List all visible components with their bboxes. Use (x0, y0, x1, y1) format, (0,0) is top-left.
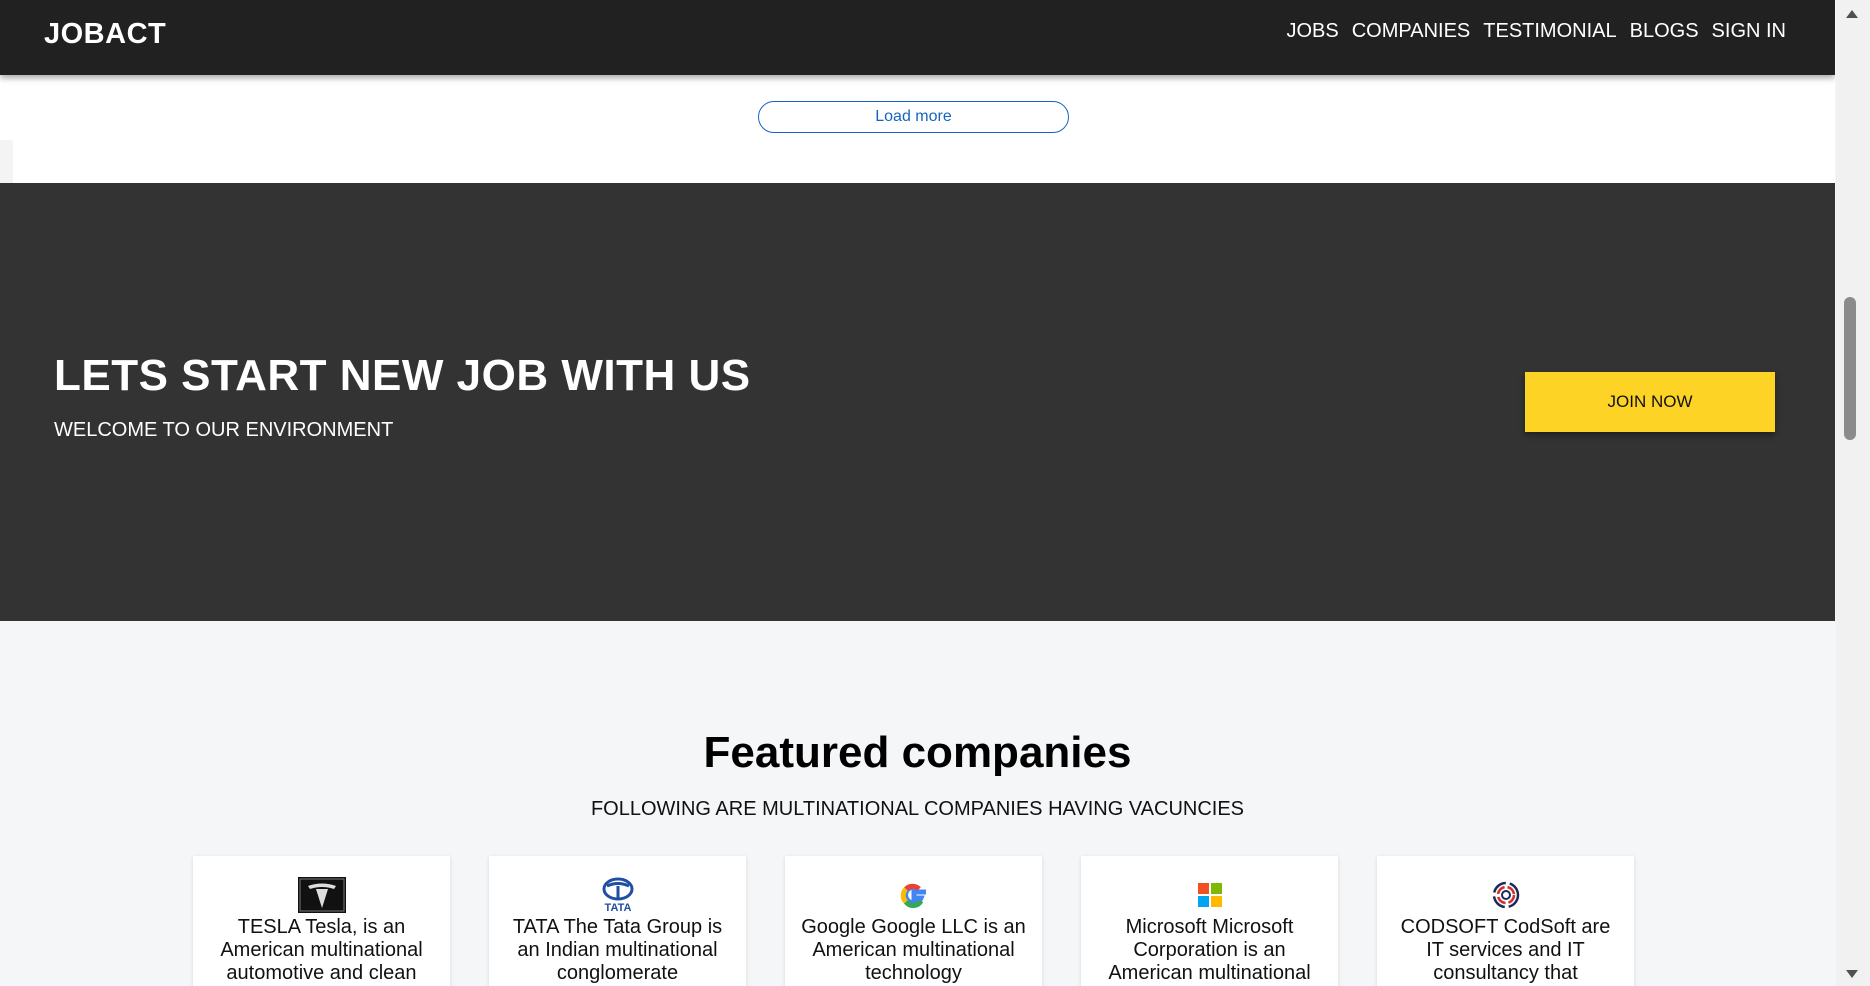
page: JOBACT JOBS COMPANIES TESTIMONIAL BLOGS … (0, 0, 1835, 986)
codsoft-logo (1482, 877, 1530, 913)
nav-testimonial[interactable]: TESTIMONIAL (1483, 20, 1616, 43)
nav-jobs[interactable]: JOBS (1286, 20, 1338, 43)
navbar: JOBACT JOBS COMPANIES TESTIMONIAL BLOGS … (0, 0, 1835, 75)
tata-logo: TATA (594, 877, 642, 913)
microsoft-logo (1186, 877, 1234, 913)
company-description: Microsoft Microsoft Corporation is an Am… (1108, 916, 1311, 984)
scrollbar-thumb[interactable] (1844, 297, 1856, 440)
company-cards: TESLA Tesla, is an American multinationa… (193, 856, 1634, 986)
join-now-button[interactable]: JOIN NOW (1525, 372, 1775, 432)
company-description: TESLA Tesla, is an American multinationa… (220, 916, 423, 984)
company-description: CODSOFT CodSoft are IT services and IT c… (1400, 916, 1611, 984)
tesla-logo (297, 877, 346, 913)
brand-logo[interactable]: JOBACT (44, 18, 166, 51)
hero-banner: LETS START NEW JOB WITH US WELCOME TO OU… (0, 183, 1835, 621)
load-more-button[interactable]: Load more (758, 101, 1069, 133)
hero-title: LETS START NEW JOB WITH US (54, 351, 751, 400)
nav-blogs[interactable]: BLOGS (1630, 20, 1699, 43)
hero-subtitle: WELCOME TO OUR ENVIRONMENT (54, 419, 394, 441)
scroll-down-arrow-icon[interactable] (1846, 970, 1858, 978)
company-card-tesla[interactable]: TESLA Tesla, is an American multinationa… (193, 856, 450, 986)
svg-text:TATA: TATA (604, 902, 631, 913)
google-logo (890, 877, 938, 913)
section-edge (0, 140, 13, 183)
company-description: Google Google LLC is an American multina… (801, 916, 1026, 984)
company-description: TATA The Tata Group is an Indian multina… (512, 916, 723, 984)
vertical-scrollbar[interactable] (1836, 0, 1870, 986)
company-card-codsoft[interactable]: CODSOFT CodSoft are IT services and IT c… (1377, 856, 1634, 986)
company-card-google[interactable]: Google Google LLC is an American multina… (785, 856, 1042, 986)
featured-title: Featured companies (703, 728, 1132, 777)
scroll-up-arrow-icon[interactable] (1846, 10, 1858, 18)
company-card-microsoft[interactable]: Microsoft Microsoft Corporation is an Am… (1081, 856, 1338, 986)
nav-links: JOBS COMPANIES TESTIMONIAL BLOGS SIGN IN (1286, 20, 1786, 43)
nav-companies[interactable]: COMPANIES (1352, 20, 1471, 43)
featured-subtitle: FOLLOWING ARE MULTINATIONAL COMPANIES HA… (590, 798, 1245, 820)
company-card-tata[interactable]: TATA TATA The Tata Group is an Indian mu… (489, 856, 746, 986)
nav-sign-in[interactable]: SIGN IN (1712, 20, 1786, 43)
